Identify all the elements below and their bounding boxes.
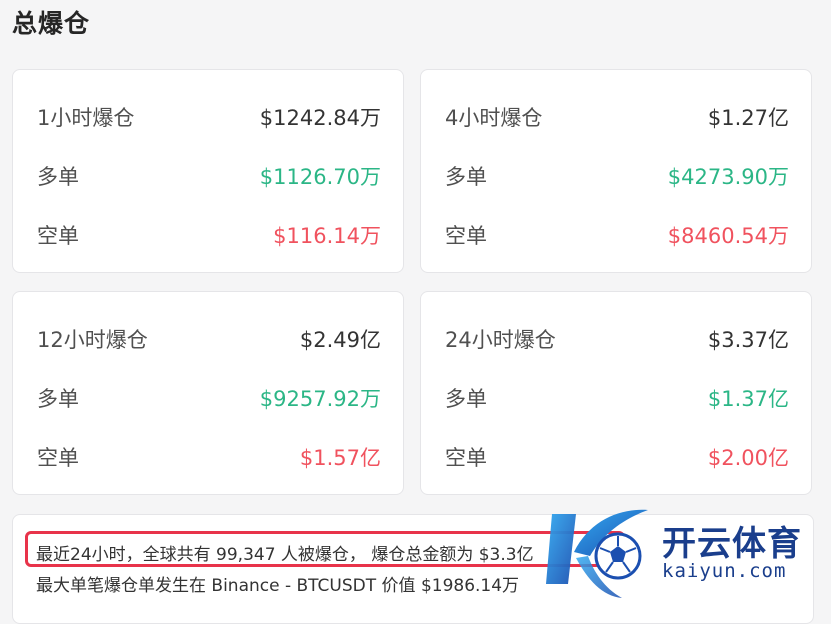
long-value: $1126.70万 <box>259 165 381 189</box>
short-value: $1.57亿 <box>299 446 381 470</box>
total-label: 12小时爆仓 <box>37 328 148 352</box>
total-value: $1.27亿 <box>707 106 789 130</box>
long-label: 多单 <box>445 165 487 189</box>
total-value: $3.37亿 <box>707 328 789 352</box>
summary-line-24h: 最近24小时，全球共有 99,347 人被爆仓， 爆仓总金额为 $3.3亿 <box>36 540 534 565</box>
long-row: 多单 $9257.92万 <box>37 383 381 413</box>
total-value: $1242.84万 <box>259 106 381 130</box>
watermark: 开云体育 kaiyun.com <box>540 500 831 606</box>
total-label: 1小时爆仓 <box>37 106 135 130</box>
long-row: 多单 $1126.70万 <box>37 161 381 191</box>
short-value: $116.14万 <box>273 224 381 248</box>
short-row: 空单 $8460.54万 <box>445 220 789 250</box>
total-label: 24小时爆仓 <box>445 328 556 352</box>
short-value: $8460.54万 <box>667 224 789 248</box>
kaiyun-logo-icon <box>546 509 648 598</box>
liquidation-card-24h: 24小时爆仓 $3.37亿 多单 $1.37亿 空单 $2.00亿 <box>420 291 812 495</box>
watermark-domain: kaiyun.com <box>662 560 787 582</box>
short-label: 空单 <box>37 224 79 248</box>
short-row: 空单 $116.14万 <box>37 220 381 250</box>
summary-text-tail: 亿 <box>516 545 534 565</box>
short-label: 空单 <box>37 446 79 470</box>
liquidation-card-12h: 12小时爆仓 $2.49亿 多单 $9257.92万 空单 $1.57亿 <box>12 291 404 495</box>
summary-text: 最近24小时，全球共有 99,347 人被爆仓， 爆仓总金额为 $3.3 <box>36 545 517 565</box>
short-label: 空单 <box>445 224 487 248</box>
total-row: 1小时爆仓 $1242.84万 <box>37 102 381 132</box>
long-value: $4273.90万 <box>667 165 789 189</box>
long-value: $1.37亿 <box>707 387 789 411</box>
total-label: 4小时爆仓 <box>445 106 543 130</box>
watermark-brand: 开云体育 <box>662 524 802 564</box>
summary-line-largest: 最大单笔爆仓单发生在 Binance - BTCUSDT 价值 $1986.14… <box>36 576 520 596</box>
short-label: 空单 <box>445 446 487 470</box>
page-title: 总爆仓 <box>12 9 91 38</box>
long-value: $9257.92万 <box>259 387 381 411</box>
total-row: 4小时爆仓 $1.27亿 <box>445 102 789 132</box>
long-row: 多单 $1.37亿 <box>445 383 789 413</box>
long-label: 多单 <box>37 387 79 411</box>
short-row: 空单 $1.57亿 <box>37 442 381 472</box>
liquidation-card-1h: 1小时爆仓 $1242.84万 多单 $1126.70万 空单 $116.14万 <box>12 69 404 273</box>
total-row: 12小时爆仓 $2.49亿 <box>37 324 381 354</box>
long-label: 多单 <box>37 165 79 189</box>
total-row: 24小时爆仓 $3.37亿 <box>445 324 789 354</box>
total-value: $2.49亿 <box>299 328 381 352</box>
short-value: $2.00亿 <box>707 446 789 470</box>
long-row: 多单 $4273.90万 <box>445 161 789 191</box>
short-row: 空单 $2.00亿 <box>445 442 789 472</box>
liquidation-card-4h: 4小时爆仓 $1.27亿 多单 $4273.90万 空单 $8460.54万 <box>420 69 812 273</box>
long-label: 多单 <box>445 387 487 411</box>
